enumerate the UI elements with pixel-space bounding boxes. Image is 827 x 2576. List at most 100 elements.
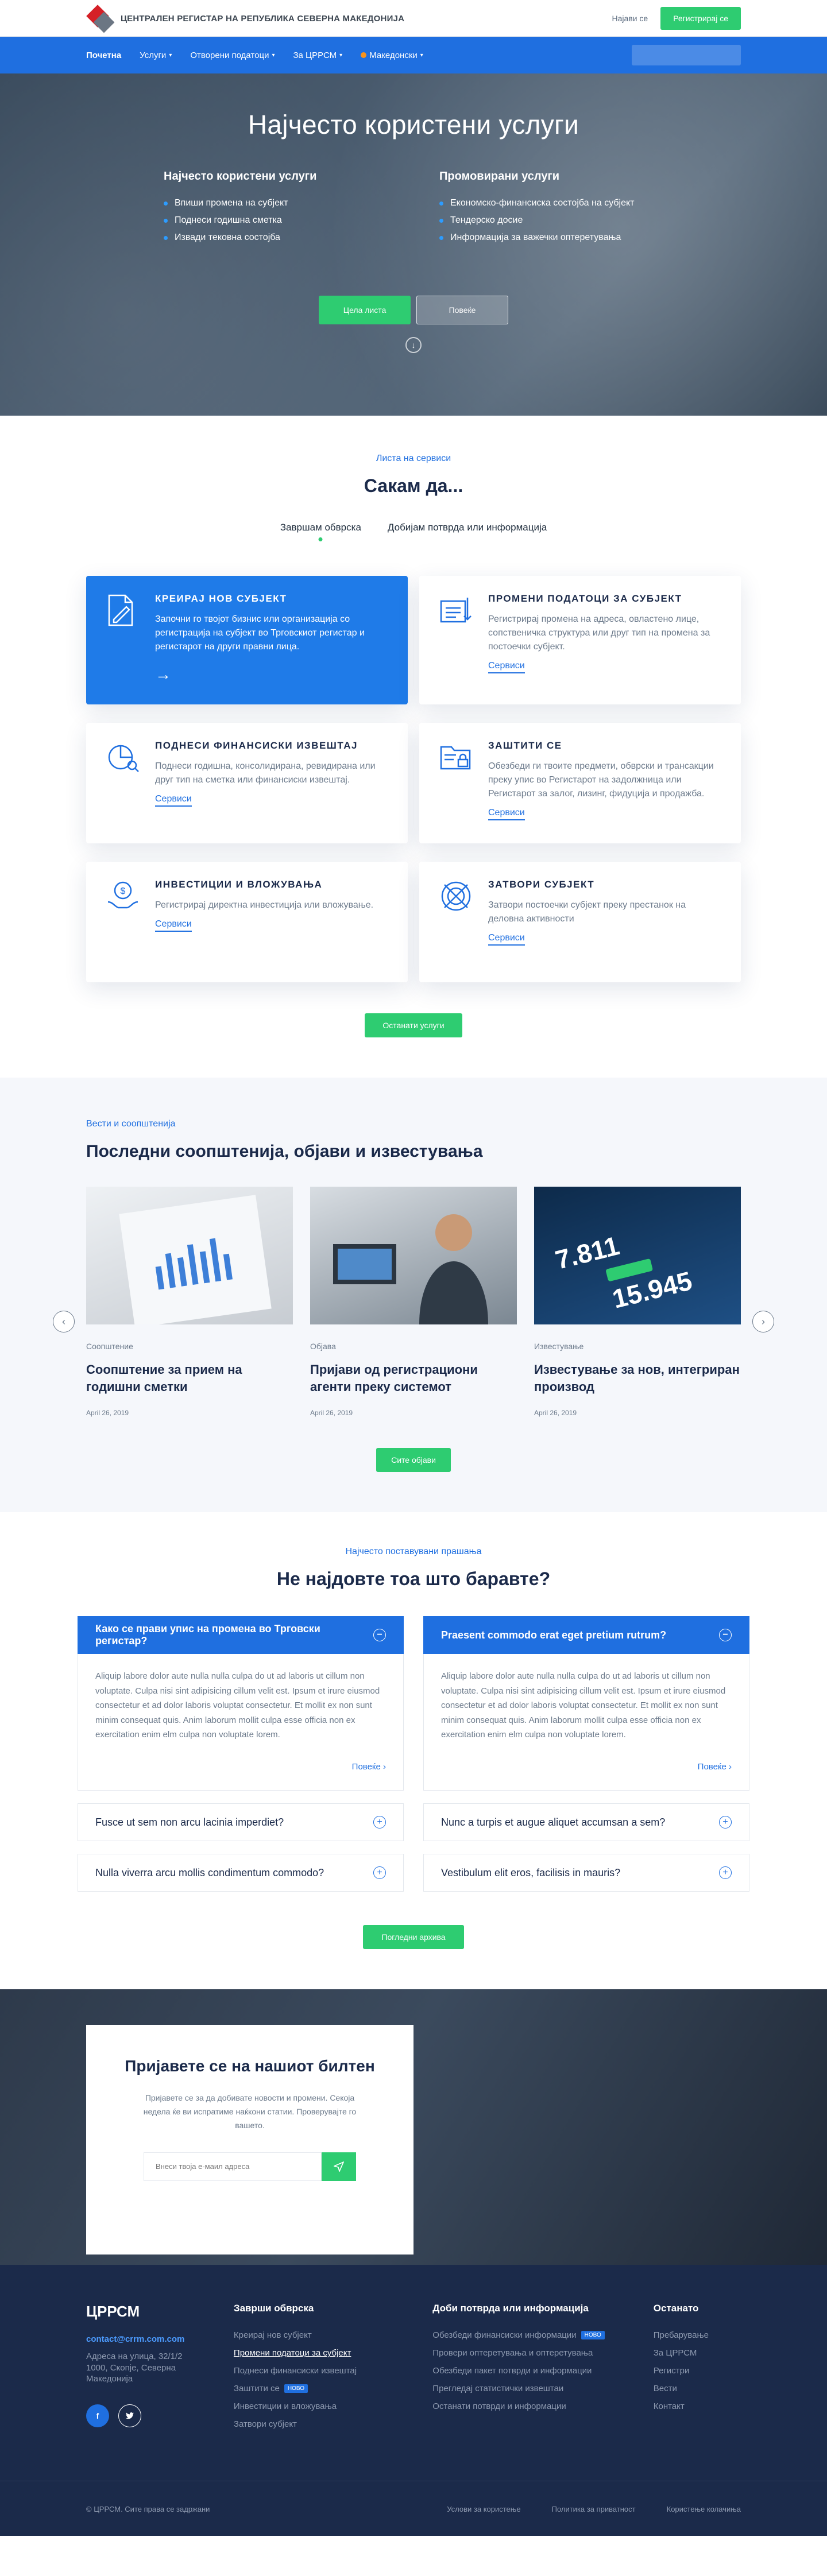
tab-certificates[interactable]: Добијам потврда или информација: [388, 522, 547, 541]
services-link[interactable]: Сервиси: [155, 919, 192, 932]
search-input[interactable]: [632, 45, 741, 65]
news-date: April 26, 2019: [534, 1409, 577, 1417]
hero-link[interactable]: Извади тековна состојба: [164, 233, 388, 243]
privacy-link[interactable]: Политика за приватност: [552, 2505, 636, 2513]
faq-more-link[interactable]: Повеќе ›: [95, 1760, 386, 1775]
services-link[interactable]: Сервиси: [155, 794, 192, 807]
faq-answer: Aliquip labore dolor aute nulla nulla cu…: [423, 1654, 749, 1791]
email-field[interactable]: [144, 2152, 322, 2181]
footer-link[interactable]: Провери оптеретувања и оптеретувања: [432, 2348, 653, 2358]
footer-link-label: Обезбеди финансиски информации: [432, 2330, 577, 2341]
footer-link[interactable]: Заштити се НОВО: [234, 2384, 432, 2393]
services-link[interactable]: Сервиси: [488, 933, 525, 946]
hero-link[interactable]: Тендерско досие: [439, 215, 663, 226]
terms-link[interactable]: Услови за користење: [447, 2505, 520, 2513]
cookies-link[interactable]: Користење колачиња: [667, 2505, 741, 2513]
other-services-button[interactable]: Останати услуги: [365, 1013, 462, 1037]
all-news-button[interactable]: Сите објави: [376, 1448, 451, 1473]
footer-link[interactable]: Обезбеди финансиски информации НОВО: [432, 2330, 653, 2340]
news-title[interactable]: Соопштение за прием на годишни сметки: [86, 1361, 293, 1395]
footer-link[interactable]: Поднеси финансиски извештај: [234, 2366, 432, 2376]
faq-question[interactable]: Nunc a turpis et augue aliquet accumsan …: [423, 1803, 749, 1842]
service-card[interactable]: ЗАТВОРИ СУБЈЕКТ Затвори постоечки субјек…: [419, 862, 741, 982]
footer-logo[interactable]: ЦРРСМ: [86, 2303, 234, 2321]
hero-link-label: Информација за важечки оптеретувања: [450, 233, 621, 242]
main-nav: Почетна Услуги ▾ Отворени податоци ▾ За ЦР…: [0, 37, 827, 73]
service-card[interactable]: ПОДНЕСИ ФИНАНСИСКИ ИЗВЕШТАЈ Поднеси годи…: [86, 723, 408, 843]
footer-link[interactable]: Затвори субјект: [234, 2419, 432, 2429]
brand[interactable]: ЦЕНТРАЛЕН РЕГИСТАР НА РЕПУБЛИКА СЕВЕРНА …: [86, 5, 404, 33]
scroll-down-icon[interactable]: ↓: [405, 337, 422, 353]
service-card[interactable]: $ ИНВЕСТИЦИИ И ВЛОЖУВАЊА Регистрирај дир…: [86, 862, 408, 982]
news-title[interactable]: Известување за нов, интегриран производ: [534, 1361, 741, 1395]
nav-item-open-data[interactable]: Отворени податоци ▾: [190, 51, 275, 60]
arrow-right-icon[interactable]: →: [155, 667, 388, 683]
full-list-button[interactable]: Цела листа: [319, 296, 411, 324]
bullet-icon: [164, 201, 168, 206]
document-edit-icon: [106, 593, 140, 687]
hero-link[interactable]: Економско-финансиска состојба на субјект: [439, 198, 663, 208]
card-title: ПОДНЕСИ ФИНАНСИСКИ ИЗВЕШТАЈ: [155, 740, 358, 751]
faq-question[interactable]: Praesent commodo erat eget pretium rutru…: [423, 1616, 749, 1655]
news-title[interactable]: Пријави од регистрациони агенти преку си…: [310, 1361, 517, 1395]
footer-link[interactable]: Пребарување: [654, 2330, 741, 2340]
news-card[interactable]: Соопштение Соопштение за прием на годишн…: [86, 1187, 293, 1417]
hero-link[interactable]: Поднеси годишна сметка: [164, 215, 388, 226]
service-card[interactable]: КРЕИРАЈ НОВ СУБЈЕКТ Започни го твојот би…: [86, 576, 408, 704]
news-date: April 26, 2019: [86, 1409, 129, 1417]
footer-bottom: © ЦРРСМ. Сите права се задржани Услови з…: [0, 2481, 827, 2536]
services-link[interactable]: Сервиси: [488, 808, 525, 820]
carousel-prev-icon[interactable]: ‹: [53, 1311, 75, 1332]
footer-address: Адреса на улица, 32/1/2 1000, Скопје, Се…: [86, 2352, 183, 2384]
faq-question[interactable]: Како се прави упис на промена во Трговск…: [78, 1616, 404, 1655]
facebook-icon[interactable]: f: [86, 2404, 109, 2427]
more-button[interactable]: Повеќе: [416, 296, 508, 324]
footer-link[interactable]: Инвестиции и вложувања: [234, 2401, 432, 2411]
login-link[interactable]: Најави се: [612, 14, 648, 23]
news-card[interactable]: 7.811 15.945 Известување Известување за н…: [534, 1187, 741, 1417]
footer-link[interactable]: Регистри: [654, 2366, 741, 2376]
footer-link[interactable]: Вести: [654, 2384, 741, 2393]
archive-button[interactable]: Погледни архива: [363, 1925, 464, 1950]
news-category: Објава: [310, 1342, 336, 1351]
close-entity-icon: [439, 879, 473, 965]
tab-obligations[interactable]: Завршам обврска: [280, 522, 361, 541]
news-section: Вести и соопштенија Последни соопштенија…: [0, 1078, 827, 1513]
expand-icon: +: [719, 1816, 732, 1829]
faq-question[interactable]: Fusce ut sem non arcu lacinia imperdiet?…: [78, 1803, 404, 1842]
card-text: Поднеси годишна, консолидирана, ревидира…: [155, 761, 376, 785]
collapse-icon: −: [373, 1629, 386, 1642]
chevron-down-icon: ▾: [272, 52, 275, 59]
faq-question[interactable]: Nulla viverra arcu mollis condimentum co…: [78, 1854, 404, 1892]
hero-link[interactable]: Информација за важечки оптеретувања: [439, 233, 663, 243]
footer-link[interactable]: Останати потврди и информации: [432, 2401, 653, 2411]
services-link[interactable]: Сервиси: [488, 661, 525, 673]
footer-link[interactable]: Прегледај статистички извештаи: [432, 2384, 653, 2393]
service-card[interactable]: ЗАШТИТИ СЕ Обезбеди ги твоите предмети, …: [419, 723, 741, 843]
faq-question[interactable]: Vestibulum elit eros, facilisis in mauri…: [423, 1854, 749, 1892]
send-icon[interactable]: [322, 2152, 356, 2181]
nav-item-home[interactable]: Почетна: [86, 51, 121, 60]
news-card[interactable]: Објава Пријави од регистрациони агенти п…: [310, 1187, 517, 1417]
footer-link[interactable]: Обезбеди пакет потврди и информации: [432, 2366, 653, 2376]
footer-link[interactable]: Креирај нов субјект: [234, 2330, 432, 2340]
footer-link[interactable]: Контакт: [654, 2401, 741, 2411]
carousel-next-icon[interactable]: ›: [752, 1311, 774, 1332]
twitter-icon[interactable]: [118, 2404, 141, 2427]
service-card[interactable]: ПРОМЕНИ ПОДАТОЦИ ЗА СУБЈЕКТ Регистрирај …: [419, 576, 741, 704]
section-eyebrow: Вести и соопштенија: [86, 1119, 176, 1129]
register-button[interactable]: Регистрирај се: [660, 7, 741, 30]
card-text: Започни го твојот бизнис или организациј…: [155, 614, 365, 652]
nav-item-about[interactable]: За ЦРРСМ ▾: [293, 51, 342, 60]
footer-link[interactable]: Промени податоци за субјект: [234, 2348, 432, 2358]
collapse-icon: −: [719, 1629, 732, 1642]
footer-link[interactable]: За ЦРРСМ: [654, 2348, 741, 2358]
hero-link-label: Извади тековна состојба: [175, 233, 280, 242]
nav-item-language[interactable]: Македонски ▾: [361, 51, 423, 60]
nav-item-services[interactable]: Услуги ▾: [140, 51, 172, 60]
hero-title: Најчесто користени услуги: [248, 110, 579, 140]
footer-email[interactable]: contact@crrm.com.com: [86, 2334, 234, 2344]
hero-link[interactable]: Впиши промена на субјект: [164, 198, 388, 208]
hero: Најчесто користени услуги Најчесто корис…: [0, 73, 827, 416]
faq-more-link[interactable]: Повеќе ›: [441, 1760, 732, 1775]
